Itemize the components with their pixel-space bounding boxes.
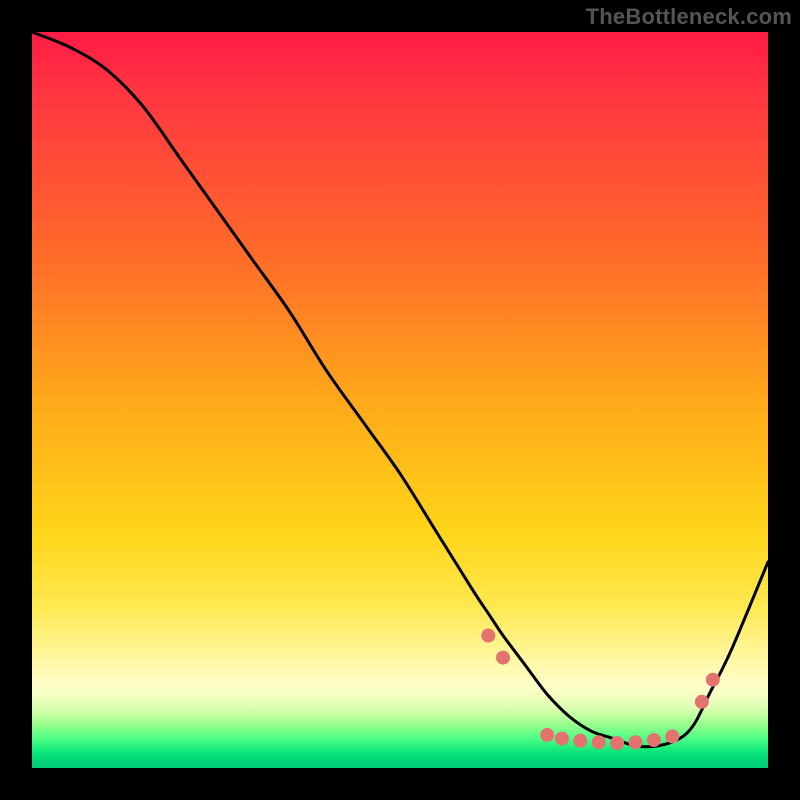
curve-line: [32, 32, 768, 747]
marker-dot: [540, 728, 554, 742]
watermark-label: TheBottleneck.com: [586, 4, 792, 30]
marker-dot: [573, 734, 587, 748]
chart-frame: TheBottleneck.com: [0, 0, 800, 800]
marker-dot: [629, 735, 643, 749]
marker-dot: [592, 735, 606, 749]
plot-area: [32, 32, 768, 768]
marker-dot: [610, 736, 624, 750]
curve-markers: [481, 629, 720, 751]
chart-svg: [32, 32, 768, 768]
marker-dot: [706, 673, 720, 687]
marker-dot: [647, 733, 661, 747]
marker-dot: [665, 729, 679, 743]
marker-dot: [695, 695, 709, 709]
marker-dot: [481, 629, 495, 643]
marker-dot: [496, 651, 510, 665]
marker-dot: [555, 732, 569, 746]
